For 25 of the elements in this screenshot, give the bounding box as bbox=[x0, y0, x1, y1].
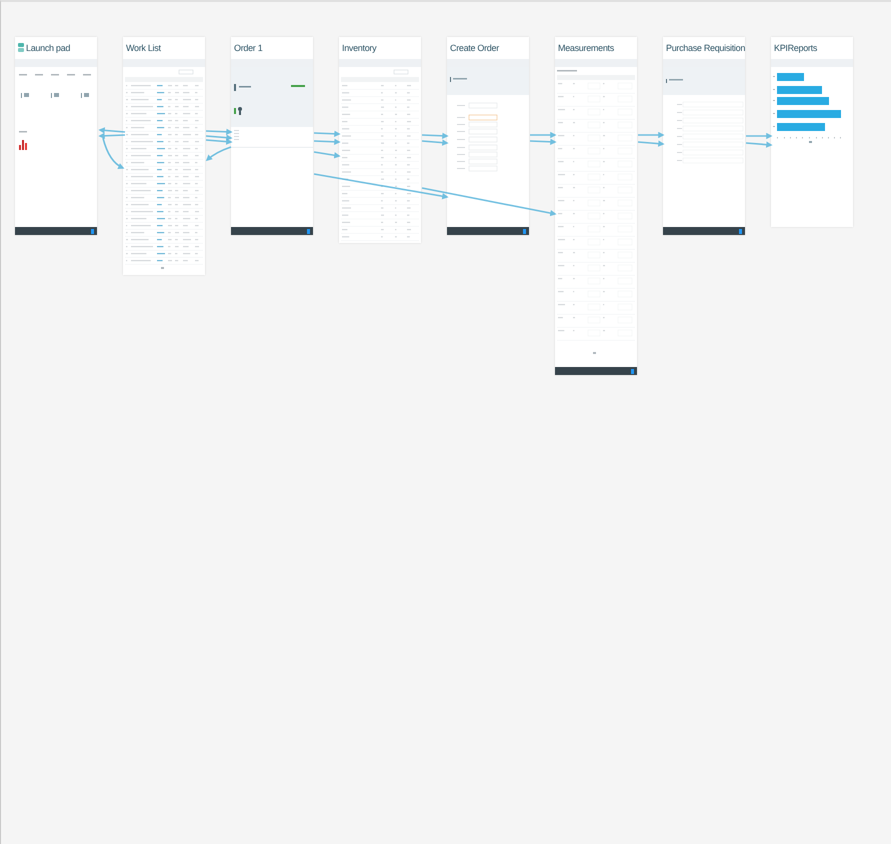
flow-arrow bbox=[314, 130, 341, 137]
screen-title: Work List bbox=[126, 44, 161, 52]
action-icon bbox=[91, 228, 94, 234]
screen-title: Order 1 bbox=[234, 44, 262, 52]
screen-title: Purchase Requisition bbox=[666, 44, 746, 52]
action-icon bbox=[307, 228, 310, 234]
chart-bar bbox=[777, 73, 804, 81]
flow-arrow bbox=[638, 140, 665, 147]
flow-arrow bbox=[314, 151, 341, 158]
screen-title: Create Order bbox=[450, 44, 499, 52]
screen-title: Measurements bbox=[558, 44, 614, 52]
action-icon bbox=[739, 228, 742, 234]
flow-arrow bbox=[746, 132, 773, 140]
flow-arrow bbox=[746, 141, 773, 148]
chart-bar bbox=[777, 110, 841, 118]
screen-title: Inventory bbox=[342, 44, 376, 52]
flow-arrow bbox=[314, 138, 341, 145]
chart-bar bbox=[777, 97, 829, 105]
flow-arrow bbox=[638, 132, 665, 138]
screen-title: KPIReports bbox=[774, 44, 818, 52]
action-icon bbox=[523, 228, 526, 234]
screen-title: Launch pad bbox=[26, 44, 70, 52]
chart-bar bbox=[777, 86, 822, 94]
action-icon bbox=[631, 368, 634, 374]
chart-bar bbox=[777, 123, 825, 131]
